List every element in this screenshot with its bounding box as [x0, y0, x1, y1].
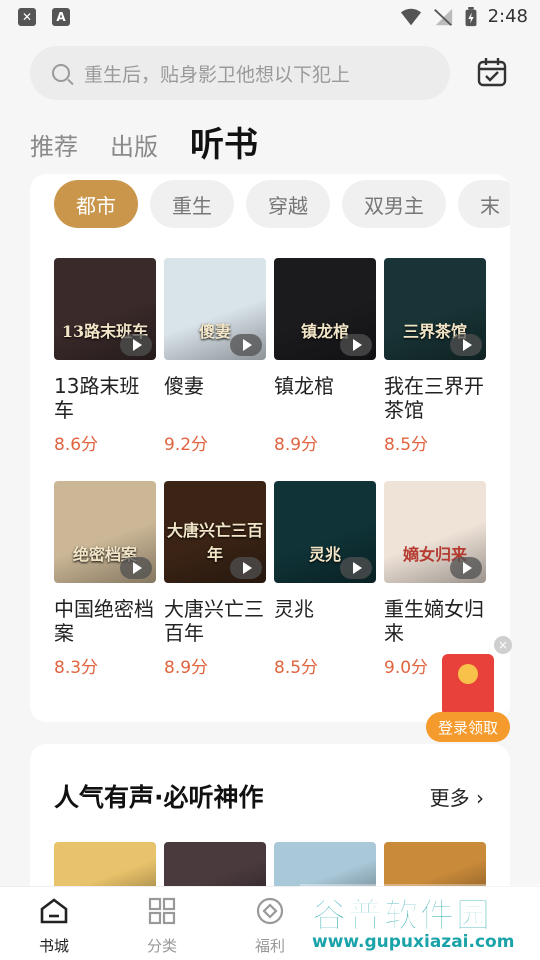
- book-title[interactable]: 灵兆: [274, 597, 376, 645]
- book-cover[interactable]: 三界茶馆: [384, 258, 486, 360]
- tab-audiobook[interactable]: 听书: [190, 128, 258, 162]
- watermark-url: www.gupuxiazai.com: [312, 932, 515, 952]
- book-score: 8.5分: [384, 435, 429, 455]
- book-cover[interactable]: 嫡女归来: [384, 481, 486, 583]
- category-chips: 都市 重生 穿越 双男主 末: [54, 180, 510, 228]
- chip-time-travel[interactable]: 穿越: [246, 180, 330, 228]
- book-score: 9.2分: [164, 435, 209, 455]
- book-cover[interactable]: 灵兆: [274, 481, 376, 583]
- battery-charging-icon: [465, 6, 477, 26]
- book-title[interactable]: 我在三界开茶馆: [384, 374, 486, 422]
- book-title[interactable]: 镇龙棺: [274, 374, 376, 422]
- watermark: 谷普软件园 www.gupuxiazai.com: [300, 884, 540, 960]
- book-score: 8.3分: [54, 658, 99, 678]
- book-cover[interactable]: 13路末班车: [54, 258, 156, 360]
- book-item[interactable]: 绝密档案 中国绝密档案 8.3分: [54, 481, 156, 678]
- red-packet-icon: [442, 654, 494, 716]
- shield-icon: ✕: [18, 8, 36, 26]
- tab-recommend[interactable]: 推荐: [30, 127, 78, 162]
- search-bar[interactable]: 重生后，贴身影卫他想以下犯上: [30, 46, 450, 100]
- play-icon[interactable]: [120, 557, 152, 579]
- nav-bookstore[interactable]: 书城: [24, 897, 84, 956]
- play-icon[interactable]: [340, 334, 372, 356]
- book-item[interactable]: 镇龙棺 镇龙棺 8.9分: [274, 258, 376, 455]
- play-icon[interactable]: [450, 334, 482, 356]
- search-placeholder: 重生后，贴身影卫他想以下犯上: [84, 63, 351, 86]
- status-bar: ✕ A 2:48: [0, 0, 540, 36]
- clock: 2:48: [487, 6, 528, 27]
- nav-welfare[interactable]: 福利: [240, 897, 300, 956]
- book-title[interactable]: 13路末班车: [54, 374, 156, 422]
- book-grid: 13路末班车 13路末班车 8.6分 傻妻 傻妻 9.2分 镇龙棺 镇龙棺 8.…: [54, 258, 494, 678]
- book-title[interactable]: 傻妻: [164, 374, 266, 422]
- book-item[interactable]: 13路末班车 13路末班车 8.6分: [54, 258, 156, 455]
- book-score: 8.5分: [274, 658, 319, 678]
- book-score: 8.9分: [164, 658, 209, 678]
- chip-more-category[interactable]: 末: [458, 180, 510, 228]
- chip-rebirth[interactable]: 重生: [150, 180, 234, 228]
- book-item[interactable]: 灵兆 灵兆 8.5分: [274, 481, 376, 678]
- play-icon[interactable]: [230, 557, 262, 579]
- home-icon: [40, 898, 68, 924]
- book-item[interactable]: 傻妻 傻妻 9.2分: [164, 258, 266, 455]
- book-item[interactable]: 大唐兴亡三百年 大唐兴亡三百年 8.9分: [164, 481, 266, 678]
- chip-urban[interactable]: 都市: [54, 180, 138, 228]
- grid-icon: [148, 897, 176, 925]
- play-icon[interactable]: [450, 557, 482, 579]
- play-icon[interactable]: [230, 334, 262, 356]
- book-cover[interactable]: 绝密档案: [54, 481, 156, 583]
- gift-coin-icon: [256, 897, 284, 925]
- book-title[interactable]: 中国绝密档案: [54, 597, 156, 645]
- nav-label: 福利: [254, 937, 285, 955]
- nav-label: 分类: [146, 937, 177, 955]
- search-icon: [52, 64, 70, 82]
- wifi-icon: [400, 8, 421, 25]
- calendar-checkin-icon[interactable]: [476, 56, 508, 88]
- book-title[interactable]: 大唐兴亡三百年: [164, 597, 266, 645]
- no-signal-icon: [433, 8, 452, 26]
- book-score: 8.6分: [54, 435, 99, 455]
- font-app-icon: A: [52, 8, 70, 26]
- nav-category[interactable]: 分类: [132, 897, 192, 956]
- coin-icon: [458, 664, 478, 684]
- play-icon[interactable]: [120, 334, 152, 356]
- top-tabs: 推荐 出版 听书: [30, 118, 258, 162]
- book-cover[interactable]: 大唐兴亡三百年: [164, 481, 266, 583]
- chip-bl[interactable]: 双男主: [342, 180, 446, 228]
- login-claim-button[interactable]: 登录领取: [426, 712, 510, 742]
- red-packet-widget[interactable]: × 登录领取: [426, 636, 516, 744]
- nav-label: 书城: [38, 937, 69, 955]
- play-icon[interactable]: [340, 557, 372, 579]
- book-cover[interactable]: 镇龙棺: [274, 258, 376, 360]
- section-title: 人气有声·必听神作: [54, 783, 264, 812]
- tab-publish[interactable]: 出版: [110, 127, 158, 162]
- watermark-logo: 谷普软件园: [312, 896, 492, 937]
- book-score: 8.9分: [274, 435, 319, 455]
- book-item[interactable]: 三界茶馆 我在三界开茶馆 8.5分: [384, 258, 486, 455]
- more-link[interactable]: 更多 ›: [430, 782, 484, 811]
- book-cover[interactable]: 傻妻: [164, 258, 266, 360]
- close-icon[interactable]: ×: [494, 636, 512, 654]
